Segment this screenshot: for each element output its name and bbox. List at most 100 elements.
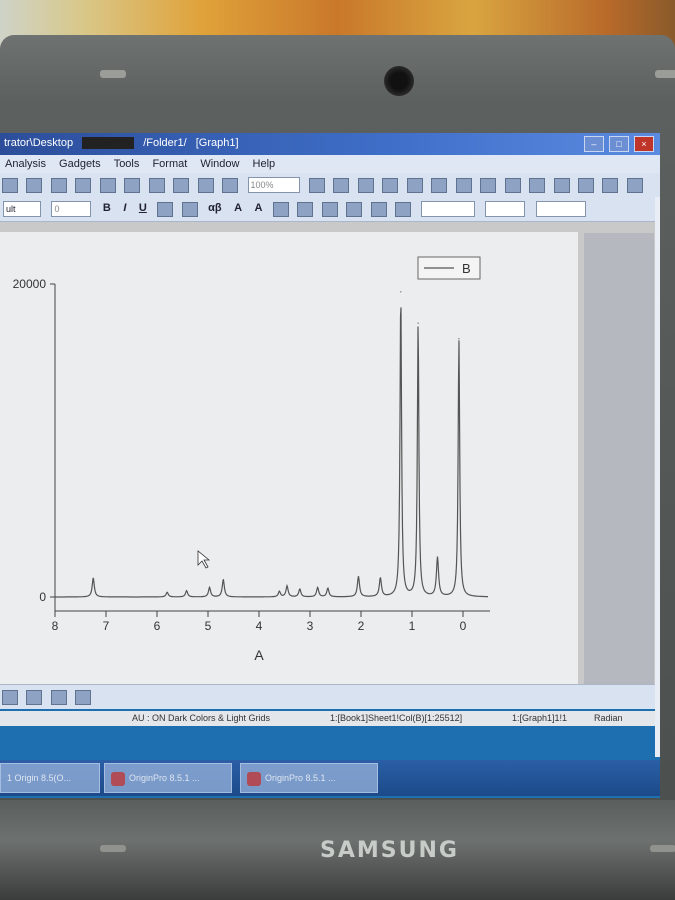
command-window-icon[interactable]	[504, 178, 521, 193]
x-tick-label: 6	[154, 619, 161, 633]
pattern-icon[interactable]	[395, 202, 412, 217]
script-window-icon[interactable]	[529, 178, 546, 193]
x-tick-label: 1	[409, 619, 416, 633]
run-icon[interactable]	[222, 178, 239, 193]
plot-3d-icon[interactable]	[26, 690, 43, 705]
pen-icon[interactable]	[370, 202, 387, 217]
new-icon[interactable]	[2, 178, 18, 193]
menu-help[interactable]: Help	[248, 155, 281, 173]
spectrum-peak	[436, 557, 439, 559]
spectrum-chart: 8 7 6 5 4 3 2 1 0 0 20000 A B	[13, 256, 490, 663]
underline-button[interactable]: U	[139, 202, 147, 214]
menu-bar: Analysis Gadgets Tools Format Window Hel…	[0, 155, 660, 173]
menu-gadgets[interactable]: Gadgets	[54, 155, 106, 173]
status-graph: 1:[Graph1]1!1	[512, 713, 568, 723]
title-folder: /Folder1/	[143, 137, 187, 149]
x-tick-label: 7	[103, 619, 110, 633]
bezel-latch-right	[655, 70, 675, 78]
maximize-button[interactable]: □	[608, 136, 629, 152]
size-combo[interactable]: 0	[51, 201, 92, 217]
zoom-combo[interactable]: 100%	[247, 177, 300, 193]
x-tick-label: 8	[52, 619, 59, 633]
add-layer-icon[interactable]	[577, 178, 594, 193]
origin-icon	[247, 771, 261, 786]
subscript-icon[interactable]	[181, 202, 198, 217]
side-window	[584, 233, 654, 693]
bezel-latch-left	[100, 70, 126, 78]
menu-tools[interactable]: Tools	[109, 155, 145, 173]
duplicate-icon[interactable]	[382, 178, 399, 193]
status-bar: AU : ON Dark Colors & Light Grids 1:[Boo…	[0, 711, 655, 726]
refresh-icon[interactable]	[357, 178, 374, 193]
mouse-cursor-icon	[197, 550, 211, 569]
print-icon[interactable]	[308, 178, 325, 193]
spectrum-peak	[222, 579, 224, 581]
x-tick-label: 3	[307, 619, 314, 633]
project-explorer-icon[interactable]	[455, 178, 472, 193]
title-bar: trator\Desktop /Folder1/ [Graph1] – □ ×	[0, 133, 660, 155]
open-template-icon[interactable]	[50, 178, 67, 193]
webcam	[384, 66, 414, 96]
standard-toolbar: 100%	[0, 173, 660, 213]
right-panel	[655, 197, 660, 757]
line-width-combo[interactable]	[485, 201, 526, 217]
save-template-icon[interactable]	[99, 178, 116, 193]
taskbar-item[interactable]: OriginPro 8.5.1 ...	[104, 763, 232, 793]
spectrum-peak	[379, 577, 381, 579]
menu-window[interactable]: Window	[195, 155, 244, 173]
menu-format[interactable]: Format	[147, 155, 192, 173]
legend-label: B	[462, 261, 471, 276]
font-combo[interactable]: ult	[3, 201, 41, 217]
arrange-icon[interactable]	[626, 178, 643, 193]
status-cell: 1:[Book1]Sheet1!Col(B)[1:25512]	[330, 713, 463, 723]
results-log-icon[interactable]	[480, 178, 497, 193]
import-wizard-icon[interactable]	[148, 178, 165, 193]
superscript-icon[interactable]	[157, 202, 174, 217]
save-icon[interactable]	[75, 178, 92, 193]
taskbar-item[interactable]: OriginPro 8.5.1 ...	[240, 763, 378, 793]
screen: trator\Desktop /Folder1/ [Graph1] – □ × …	[0, 133, 660, 798]
bold-button[interactable]: B	[103, 202, 111, 214]
italic-button[interactable]: I	[123, 202, 126, 214]
plot-contour-icon[interactable]	[50, 690, 67, 705]
greek-button[interactable]: αβ	[208, 202, 221, 214]
new-function-icon[interactable]	[553, 178, 570, 193]
spectrum-peak	[166, 591, 168, 593]
taskbar-item[interactable]: 1 Origin 8.5(O...	[0, 763, 100, 793]
spectrum-peak	[327, 587, 329, 589]
line-style-combo[interactable]	[420, 201, 475, 217]
menu-analysis[interactable]: Analysis	[0, 155, 51, 173]
open-icon[interactable]	[26, 178, 43, 193]
status-autoupdate: AU : ON Dark Colors & Light Grids	[132, 713, 271, 723]
spectrum-peak	[317, 587, 319, 589]
recalculate-icon[interactable]	[173, 178, 190, 193]
new-workbook-icon[interactable]	[197, 178, 214, 193]
layer-icon[interactable]	[406, 178, 423, 193]
spectrum-peak	[208, 587, 211, 589]
decrease-font-button[interactable]: A	[254, 202, 262, 214]
graph-page[interactable]: 8 7 6 5 4 3 2 1 0 0 20000 A B	[0, 232, 578, 687]
code-builder-icon[interactable]	[431, 178, 448, 193]
close-button[interactable]: ×	[634, 136, 654, 152]
align-icon[interactable]	[272, 202, 289, 217]
spectrum-peak	[278, 590, 280, 593]
format-toolbar: ult 0 B I U αβ A A	[0, 197, 660, 222]
spectrum-peak	[286, 585, 288, 587]
spectrum-peak	[458, 338, 460, 340]
increase-font-button[interactable]: A	[234, 202, 242, 214]
import-icon[interactable]	[124, 178, 141, 193]
plot-bar-icon[interactable]	[2, 690, 18, 705]
minimize-button[interactable]: –	[583, 136, 604, 152]
plot-stat-icon[interactable]	[75, 690, 92, 705]
fill-color-icon[interactable]	[297, 202, 314, 217]
x-tick-label: 2	[358, 619, 365, 633]
symbol-combo[interactable]	[535, 201, 586, 217]
copy-page-icon[interactable]	[333, 178, 350, 193]
spectrum-peak	[185, 590, 188, 592]
x-tick-label: 5	[205, 619, 212, 633]
redacted-block	[82, 137, 135, 150]
merge-icon[interactable]	[602, 178, 619, 193]
tools-toolbar	[0, 684, 655, 709]
font-color-icon[interactable]	[321, 202, 338, 217]
line-color-icon[interactable]	[346, 202, 363, 217]
